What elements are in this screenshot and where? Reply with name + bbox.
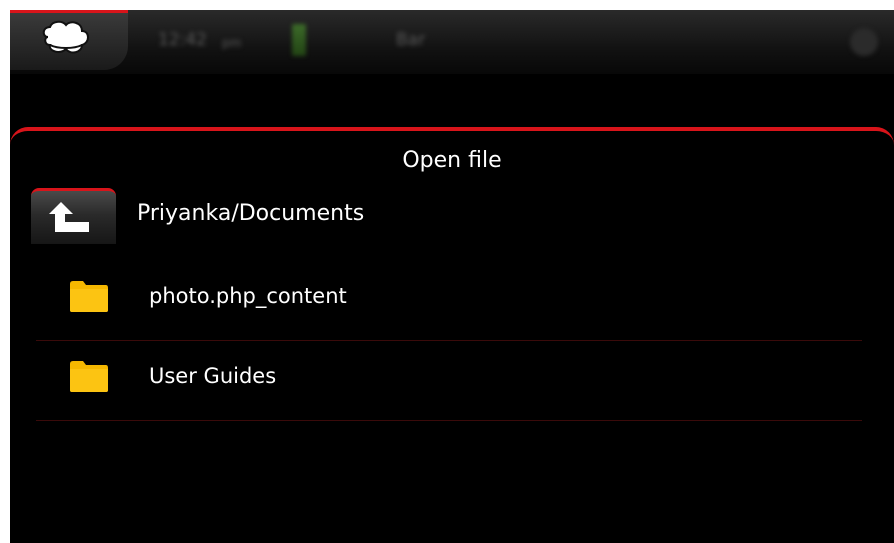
dialog-title: Open file bbox=[402, 148, 502, 173]
current-path: Priyanka/Documents bbox=[137, 201, 365, 226]
menu-icon[interactable] bbox=[850, 28, 878, 56]
status-bar[interactable]: 12:42 pm Bar bbox=[10, 10, 894, 74]
up-folder-button[interactable] bbox=[31, 188, 116, 244]
folder-icon bbox=[70, 361, 108, 392]
status-time: 12:42 bbox=[158, 30, 207, 50]
list-item[interactable]: photo.php_content bbox=[36, 261, 862, 341]
screen: 12:42 pm Bar Open file Priyanka/Document… bbox=[10, 10, 894, 543]
list-item-label: User Guides bbox=[149, 364, 277, 388]
list-item-label: photo.php_content bbox=[149, 284, 347, 308]
status-time-suffix: pm bbox=[222, 36, 242, 50]
open-file-dialog: Open file Priyanka/Documents photo.php_c… bbox=[10, 127, 894, 543]
list-item[interactable]: User Guides bbox=[36, 341, 862, 421]
status-network: Bar bbox=[396, 30, 426, 50]
status-menu-tab[interactable] bbox=[10, 10, 128, 70]
cloud-icon bbox=[42, 20, 89, 54]
up-arrow-icon bbox=[49, 202, 89, 232]
folder-icon bbox=[70, 281, 108, 312]
file-list: photo.php_content User Guides bbox=[36, 261, 862, 421]
battery-icon bbox=[292, 24, 306, 56]
